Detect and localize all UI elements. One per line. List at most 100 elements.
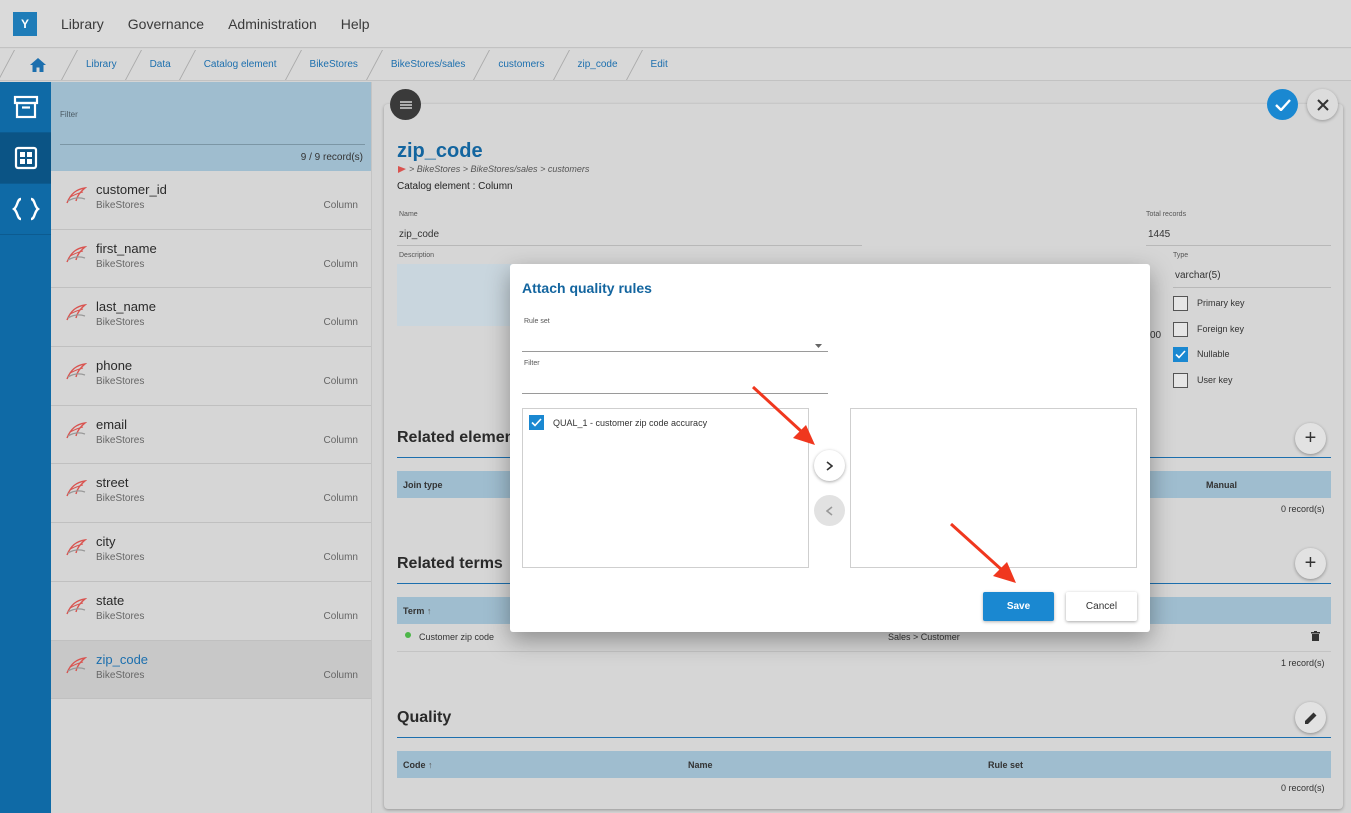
- chevron-down-icon: [815, 337, 822, 351]
- type-label: Type: [1173, 252, 1189, 259]
- col-rule-set[interactable]: Rule set: [988, 760, 1023, 770]
- database-column-icon: [65, 656, 88, 678]
- term-path: Sales > Customer: [888, 632, 960, 642]
- list-item-source: BikeStores: [96, 669, 145, 681]
- list-filter[interactable]: Filter 9 / 9 record(s): [51, 82, 371, 171]
- quality-table-header: Code ↑ Name Rule set: [397, 751, 1331, 778]
- database-column-icon: [65, 421, 88, 443]
- menu-help[interactable]: Help: [341, 16, 370, 32]
- list-item-source: BikeStores: [96, 317, 145, 329]
- list-item[interactable]: street BikeStores Column: [51, 464, 371, 524]
- menu-governance[interactable]: Governance: [128, 16, 204, 32]
- status-dot-icon: [405, 632, 411, 638]
- home-icon[interactable]: [13, 49, 63, 81]
- filter-label: Filter: [60, 110, 78, 119]
- related-terms-count: 1 record(s): [1281, 658, 1325, 668]
- rule-set-label: Rule set: [524, 318, 550, 325]
- breadcrumb-bikestores-sales[interactable]: BikeStores/sales: [381, 49, 475, 81]
- edit-pencil-icon[interactable]: [1295, 702, 1326, 733]
- col-code[interactable]: Code ↑: [403, 760, 433, 770]
- list-item[interactable]: zip_code BikeStores Column: [51, 640, 371, 700]
- list-item[interactable]: phone BikeStores Column: [51, 347, 371, 406]
- related-elements-title: Related elemen: [397, 429, 515, 446]
- database-column-icon: [65, 597, 88, 619]
- dialog-title: Attach quality rules: [522, 280, 652, 296]
- database-column-icon: [65, 245, 88, 267]
- col-code-label: Code: [403, 760, 426, 770]
- description-field[interactable]: [397, 264, 517, 326]
- code-braces-icon[interactable]: [0, 184, 51, 235]
- add-related-element-button[interactable]: +: [1295, 423, 1326, 454]
- dialog-filter-label: Filter: [524, 360, 540, 367]
- confirm-check-button[interactable]: [1267, 89, 1298, 120]
- col-name[interactable]: Name: [688, 760, 713, 770]
- col-term[interactable]: Term ↑: [403, 606, 431, 616]
- element-path-text: > BikeStores > BikeStores/sales > custom…: [409, 164, 590, 174]
- flag-checkbox[interactable]: [1173, 296, 1188, 311]
- catalog-type: Catalog element : Column: [397, 181, 513, 192]
- flag-checkbox[interactable]: [1173, 347, 1188, 362]
- trash-icon[interactable]: [1311, 630, 1320, 644]
- list-item-type: Column: [323, 317, 358, 329]
- breadcrumb-data[interactable]: Data: [140, 49, 181, 81]
- type-value: varchar(5): [1175, 270, 1221, 281]
- list-item[interactable]: city BikeStores Column: [51, 523, 371, 582]
- quality-count: 0 record(s): [1281, 783, 1325, 793]
- breadcrumb: Library Data Catalog element BikeStores …: [0, 49, 1351, 81]
- breadcrumb-customers[interactable]: customers: [488, 49, 554, 81]
- col-join-type[interactable]: Join type: [403, 480, 443, 490]
- dialog-filter-underline: [522, 393, 828, 394]
- list-item-name: first_name: [96, 240, 157, 256]
- list-item-name: email: [96, 416, 128, 432]
- menu-library[interactable]: Library: [61, 16, 104, 32]
- flag-checkbox-label: Primary key: [1197, 298, 1245, 308]
- partial-value: 00: [1150, 330, 1162, 341]
- list-item[interactable]: QUAL_1 - customer zip code accuracy: [529, 415, 707, 430]
- grid-icon[interactable]: [0, 133, 51, 184]
- list-item[interactable]: first_name BikeStores Column: [51, 230, 371, 289]
- menu-lines-icon[interactable]: [390, 89, 421, 120]
- flag-checkbox[interactable]: [1173, 373, 1188, 388]
- dialog-filter-input[interactable]: [522, 370, 828, 393]
- total-records-label: Total records: [1146, 211, 1187, 218]
- attach-quality-rules-dialog: Attach quality rules Rule set Filter QUA…: [510, 264, 1150, 632]
- list-item[interactable]: state BikeStores Column: [51, 582, 371, 641]
- list-item-type: Column: [323, 258, 358, 270]
- breadcrumb-library[interactable]: Library: [76, 49, 127, 81]
- col-manual[interactable]: Manual: [1206, 480, 1237, 490]
- list-item-source: BikeStores: [96, 493, 145, 505]
- list-item-type: Column: [323, 376, 358, 388]
- name-field[interactable]: zip_code: [399, 229, 439, 240]
- list-item-source: BikeStores: [96, 610, 145, 622]
- move-right-button[interactable]: [814, 450, 845, 481]
- save-button[interactable]: Save: [983, 592, 1054, 621]
- list-item-name: city: [96, 534, 116, 550]
- breadcrumb-zip-code[interactable]: zip_code: [568, 49, 628, 81]
- cancel-button[interactable]: Cancel: [1066, 592, 1137, 621]
- archive-icon[interactable]: [0, 82, 51, 133]
- move-left-button[interactable]: [814, 495, 845, 526]
- breadcrumb-bikestores[interactable]: BikeStores: [300, 49, 368, 81]
- rule-checkbox[interactable]: [529, 415, 544, 430]
- flag-checkbox[interactable]: [1173, 322, 1188, 337]
- quality-divider: [397, 737, 1331, 738]
- breadcrumb-edit[interactable]: Edit: [641, 49, 678, 81]
- database-column-icon: [65, 304, 88, 325]
- available-rules-list: QUAL_1 - customer zip code accuracy: [522, 408, 809, 568]
- list-item[interactable]: last_name BikeStores Column: [51, 288, 371, 348]
- menu-administration[interactable]: Administration: [228, 16, 317, 32]
- rule-set-select[interactable]: [522, 328, 828, 352]
- breadcrumb-catalog-element[interactable]: Catalog element: [194, 49, 287, 81]
- close-icon[interactable]: [1307, 89, 1338, 120]
- related-elements-count: 0 record(s): [1281, 504, 1325, 514]
- app-logo[interactable]: Y: [13, 11, 37, 36]
- add-related-term-button[interactable]: +: [1295, 548, 1326, 579]
- list-item-source: BikeStores: [96, 376, 145, 388]
- list-item[interactable]: email BikeStores Column: [51, 406, 371, 465]
- list-item-source: BikeStores: [96, 258, 145, 270]
- list-item-type: Column: [323, 200, 358, 211]
- sort-up-icon: ↑: [426, 606, 432, 616]
- list-item-name: zip_code: [96, 651, 149, 667]
- term-name[interactable]: Customer zip code: [419, 632, 494, 642]
- list-item[interactable]: customer_id BikeStores Column: [51, 171, 371, 230]
